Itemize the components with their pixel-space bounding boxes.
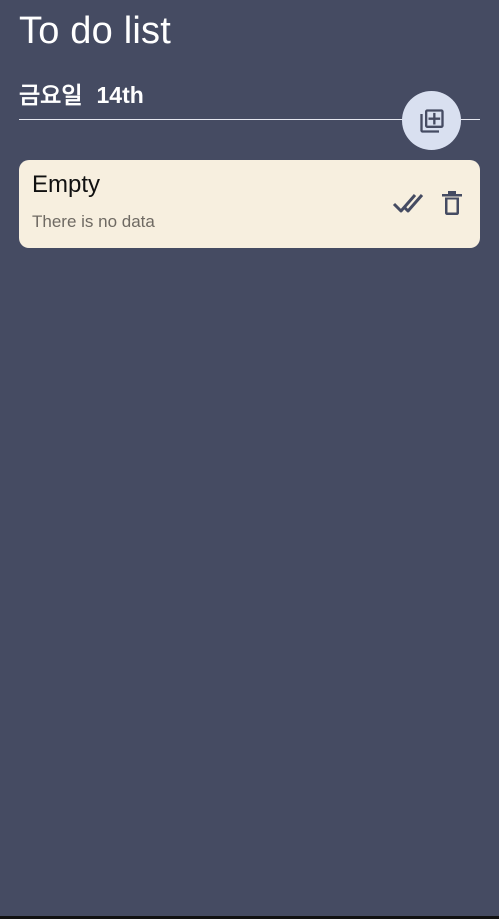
add-todo-button[interactable] [402,91,461,150]
todo-description: There is no data [32,212,155,231]
todo-title: Empty [32,171,101,198]
todo-card[interactable]: Empty There is no data [19,160,480,248]
mark-done-button[interactable] [390,186,426,220]
weekday-label: 금요일 [19,82,83,108]
app-title: To do list [19,10,171,52]
add-to-library-icon [419,108,444,133]
day-label: 14th [96,82,144,108]
done-check-icon [392,194,424,213]
trash-icon [442,191,462,215]
date-row: 금요일 14th [19,76,144,110]
delete-button[interactable] [437,186,467,220]
